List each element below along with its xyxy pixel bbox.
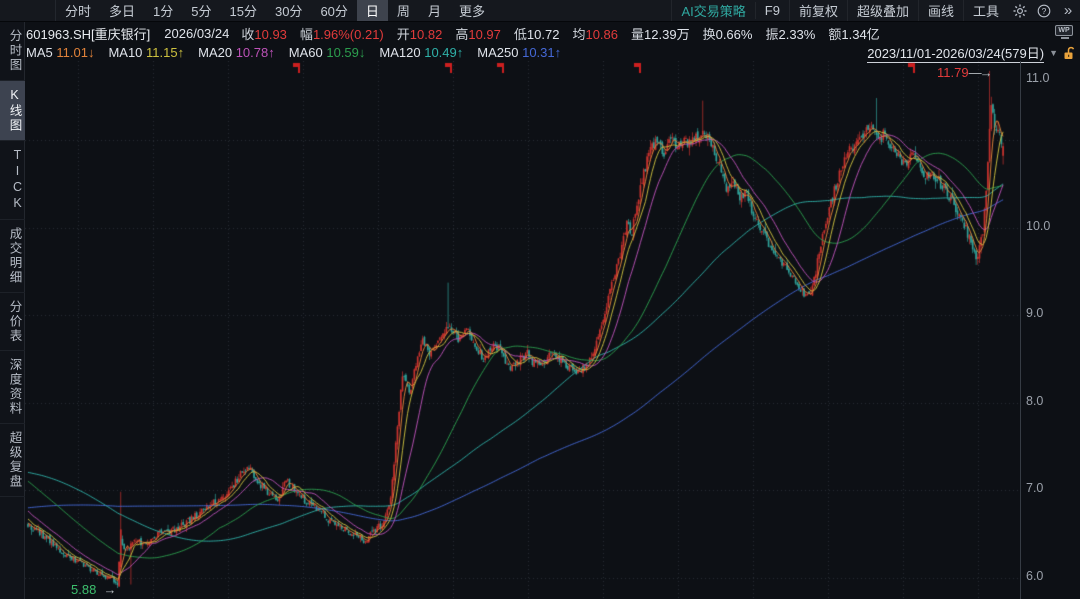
tab-period-monthly[interactable]: 月 (419, 0, 450, 21)
stock-app-window: 分时 多日 1分 5分 15分 30分 60分 日 周 月 更多 AI交易策略 … (0, 0, 1080, 599)
date-range-control: 2023/11/01-2026/03/24(579日) ▼ (867, 43, 1076, 63)
draw-line-button[interactable]: 画线 (918, 0, 963, 21)
tab-period-1min[interactable]: 1分 (144, 0, 182, 21)
tab-period-duori[interactable]: 多日 (100, 0, 144, 21)
expand-toolbar-icon[interactable]: » (1056, 3, 1080, 18)
toolbar-right-group: AI交易策略 F9 前复权 超级叠加 画线 工具 (671, 0, 1080, 21)
kline-chart-area: 11.79—→ 5.88 → (25, 61, 1020, 599)
ma20-legend: MA20 10.78↑ (198, 45, 275, 60)
settings-gear-icon[interactable] (1008, 4, 1032, 18)
forward-adjust-button[interactable]: 前复权 (789, 0, 847, 21)
tab-period-30min[interactable]: 30分 (266, 0, 311, 21)
chevron-down-icon[interactable]: ▼ (1049, 48, 1058, 58)
tools-button[interactable]: 工具 (963, 0, 1008, 21)
ma120-legend: MA120 10.49↑ (379, 45, 463, 60)
sidebar-item-super-replay[interactable]: 超级复盘 (0, 424, 25, 497)
stock-code: 601963.SH[重庆银行] (26, 24, 150, 43)
field-amplitude: 振2.33% (765, 24, 815, 43)
unlock-icon[interactable] (1063, 46, 1076, 60)
price-tick: 6.0 (1026, 569, 1043, 583)
ma10-arrow-icon: ↑ (178, 45, 185, 60)
field-high: 高10.97 (455, 24, 501, 43)
sidebar-item-price-table[interactable]: 分价表 (0, 293, 25, 352)
high-price-annotation: 11.79—→ (937, 65, 993, 80)
arrow-right-icon: → (980, 65, 993, 80)
price-axis: 11.0 10.0 9.0 8.0 7.0 6.0 (1020, 61, 1080, 599)
price-tick: 10.0 (1026, 219, 1050, 233)
ma20-arrow-icon: ↑ (268, 45, 275, 60)
field-volume: 量12.39万 (631, 24, 690, 43)
tab-period-fenshi[interactable]: 分时 (56, 0, 100, 21)
ma-legend-bar: MA5 11.01↓ MA10 11.15↑ MA20 10.78↑ MA60 … (26, 44, 1076, 61)
field-open: 开10.82 (397, 24, 443, 43)
ma60-legend: MA60 10.59↓ (289, 45, 366, 60)
ma250-arrow-icon: ↑ (555, 45, 562, 60)
ma10-legend: MA10 11.15↑ (108, 45, 184, 60)
price-tick: 11.0 (1026, 71, 1049, 85)
field-turnover-rate: 换0.66% (703, 24, 753, 43)
field-amount: 额1.34亿 (828, 24, 879, 43)
ma250-legend: MA250 10.31↑ (477, 45, 561, 60)
tab-period-5min[interactable]: 5分 (182, 0, 220, 21)
low-price-annotation: 5.88 → (71, 582, 117, 597)
tab-period-weekly[interactable]: 周 (388, 0, 419, 21)
field-avg: 均10.86 (572, 24, 618, 43)
kline-chart-canvas[interactable] (25, 61, 1020, 599)
arrow-right-icon: → (104, 582, 117, 597)
ma5-legend: MA5 11.01↓ (26, 45, 94, 60)
tab-period-15min[interactable]: 15分 (221, 0, 266, 21)
field-low: 低10.72 (514, 24, 560, 43)
f9-button[interactable]: F9 (755, 2, 789, 19)
ai-strategy-button[interactable]: AI交易策略 (671, 0, 754, 21)
ma120-arrow-icon: ↑ (457, 45, 464, 60)
field-close: 收10.93 (241, 24, 287, 43)
sidebar-item-depth-info[interactable]: 深度资料 (0, 351, 25, 424)
period-toolbar: 分时 多日 1分 5分 15分 30分 60分 日 周 月 更多 AI交易策略 … (0, 0, 1080, 22)
sidebar-item-kline[interactable]: K线图 (0, 81, 25, 141)
super-overlay-button[interactable]: 超级叠加 (847, 0, 918, 21)
price-tick: 9.0 (1026, 306, 1043, 320)
ma60-arrow-icon: ↓ (359, 45, 366, 60)
ma5-arrow-icon: ↓ (88, 45, 95, 60)
tab-period-60min[interactable]: 60分 (311, 0, 356, 21)
help-icon[interactable]: ? (1032, 4, 1056, 18)
tab-period-more[interactable]: 更多 (450, 0, 494, 21)
tab-period-daily[interactable]: 日 (357, 0, 388, 21)
price-tick: 7.0 (1026, 481, 1043, 495)
quote-date: 2026/03/24 (164, 26, 229, 41)
wp-monitor-icon[interactable]: WP (1055, 25, 1075, 42)
stock-info-bar: 601963.SH[重庆银行] 2026/03/24 收10.93 幅1.96%… (26, 22, 1046, 44)
view-sidebar: 分时图 K线图 TICK 成交明细 分价表 深度资料 超级复盘 (0, 22, 25, 599)
toolbar-corner (0, 0, 56, 21)
date-range-selector[interactable]: 2023/11/01-2026/03/24(579日) (867, 43, 1044, 63)
price-tick: 8.0 (1026, 394, 1043, 408)
sidebar-item-tick[interactable]: TICK (0, 141, 25, 220)
sidebar-item-trade-detail[interactable]: 成交明细 (0, 220, 25, 293)
svg-text:?: ? (1042, 6, 1047, 16)
field-change: 幅1.96%(0.21) (300, 24, 384, 43)
sidebar-item-fenshitu[interactable]: 分时图 (0, 22, 25, 81)
